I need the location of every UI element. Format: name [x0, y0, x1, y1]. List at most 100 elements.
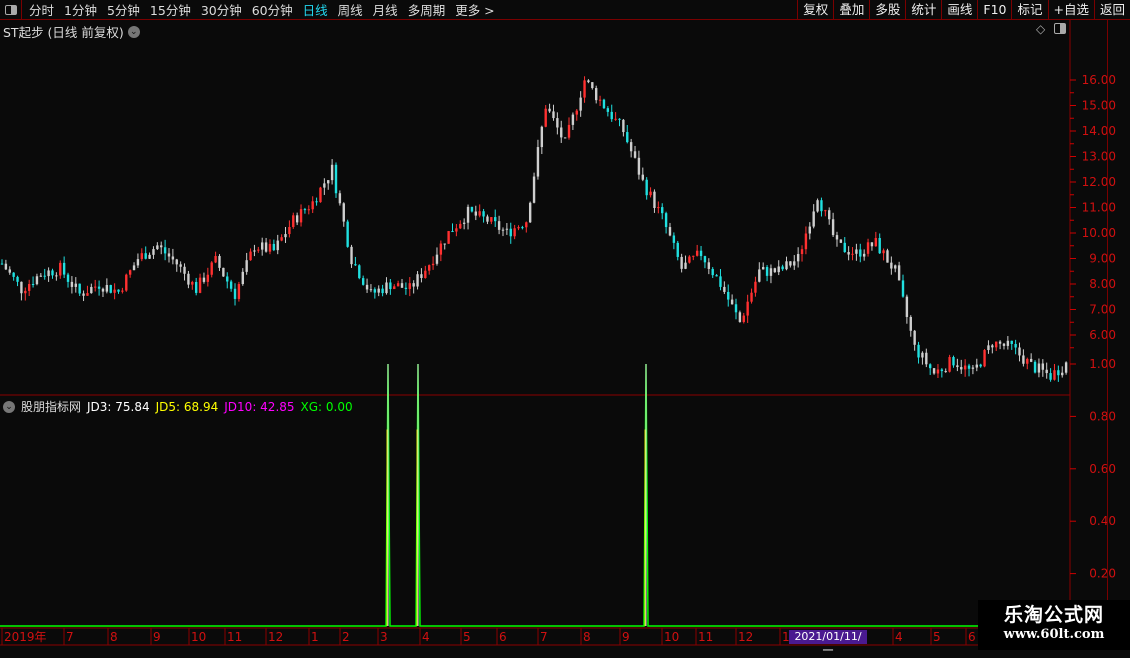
candle-body: [276, 240, 279, 251]
candle-body: [944, 371, 947, 373]
jd10-value: JD10: 42.85: [224, 399, 295, 414]
time-label: 11: [227, 630, 242, 644]
time-label: 9: [622, 630, 630, 644]
candle-body: [812, 211, 815, 227]
candle-body: [571, 114, 575, 125]
candle-body: [890, 262, 893, 269]
candle-body: [894, 265, 897, 269]
candle-body: [47, 270, 50, 277]
time-label: 7: [540, 630, 548, 644]
candle-body: [128, 270, 132, 275]
candle-body: [35, 276, 39, 285]
candle-body: [369, 289, 373, 291]
chevron-down-icon[interactable]: ⌄: [3, 400, 15, 413]
candle-body: [723, 286, 726, 292]
candle-body: [466, 206, 470, 223]
candle-body: [886, 250, 889, 263]
xg-value: XG: 0.00: [300, 399, 353, 414]
candle-body: [785, 261, 788, 270]
candle-body: [144, 253, 147, 259]
candle-body: [148, 254, 151, 259]
candle-body: [831, 219, 835, 236]
candle-body: [664, 213, 668, 228]
candle-body: [1061, 372, 1064, 376]
candle-body: [288, 227, 291, 235]
candle-body: [699, 250, 703, 257]
candle-body: [136, 259, 140, 266]
candle-body: [315, 201, 318, 203]
candle-body: [420, 274, 423, 279]
candle-body: [319, 187, 322, 203]
candle-body: [789, 261, 792, 266]
candle-body: [82, 293, 85, 296]
candle-body: [412, 283, 415, 287]
candle-body: [633, 151, 637, 158]
candle-body: [777, 266, 780, 273]
candle-body: [967, 365, 971, 369]
candle-body: [501, 229, 505, 231]
candle-body: [952, 357, 955, 366]
time-label: 8: [583, 630, 591, 644]
candle-body: [987, 345, 990, 351]
right-side-panel[interactable]: [1107, 20, 1130, 650]
candle-body: [303, 209, 307, 211]
candle-body: [295, 215, 299, 223]
candle-body: [653, 191, 656, 209]
candle-body: [198, 277, 202, 293]
watermark-url: www.60lt.com: [1003, 627, 1105, 642]
candle-body: [940, 369, 944, 372]
candle-body: [692, 255, 695, 257]
candle-body: [684, 262, 687, 269]
candle-body: [156, 245, 159, 250]
candle-body: [377, 288, 380, 293]
candle-body: [237, 284, 241, 299]
candle-body: [540, 126, 544, 148]
candle-body: [1049, 373, 1052, 380]
candle-body: [556, 118, 559, 128]
candle-body: [494, 217, 497, 222]
time-label: 10: [191, 630, 206, 644]
candle-body: [505, 228, 509, 230]
candle-body: [750, 292, 753, 302]
candle-body: [928, 364, 932, 369]
candle-body: [97, 286, 101, 289]
candle-body: [435, 254, 439, 264]
candle-body: [719, 276, 722, 287]
candle-body: [59, 262, 62, 276]
candle-body: [358, 265, 361, 279]
jd5-value: JD5: 68.94: [155, 399, 219, 414]
time-label: 11: [698, 630, 713, 644]
candle-body: [866, 242, 870, 254]
candle-body: [1064, 362, 1068, 373]
candle-body: [804, 233, 808, 250]
candle-body: [1010, 340, 1013, 345]
candle-body: [261, 242, 264, 250]
candle-body: [183, 266, 186, 274]
candle-body: [12, 272, 15, 277]
candle-body: [773, 268, 777, 273]
candle-body: [393, 286, 396, 290]
time-label: 2: [342, 630, 350, 644]
candle-body: [408, 283, 411, 289]
candle-body: [264, 242, 268, 252]
time-label: 5: [463, 630, 471, 644]
candle-body: [563, 137, 567, 139]
kline-chart[interactable]: 16.0015.0014.0013.0012.0011.0010.009.008…: [0, 0, 1130, 650]
candle-body: [575, 110, 578, 115]
indicator-name: 股朋指标网: [21, 400, 82, 414]
candle-body: [820, 200, 823, 212]
candle-body: [497, 221, 501, 230]
candle-body: [668, 227, 672, 236]
time-label: 6: [499, 630, 507, 644]
candle-body: [975, 364, 978, 368]
candle-body: [78, 283, 81, 294]
candle-body: [443, 243, 446, 245]
candle-body: [963, 365, 967, 370]
candle-body: [645, 179, 648, 196]
candle-body: [338, 193, 342, 204]
candle-body: [307, 209, 311, 211]
candle-body: [396, 283, 400, 287]
candle-body: [641, 174, 644, 180]
candle-body: [1022, 355, 1025, 364]
candle-body: [1041, 363, 1045, 370]
